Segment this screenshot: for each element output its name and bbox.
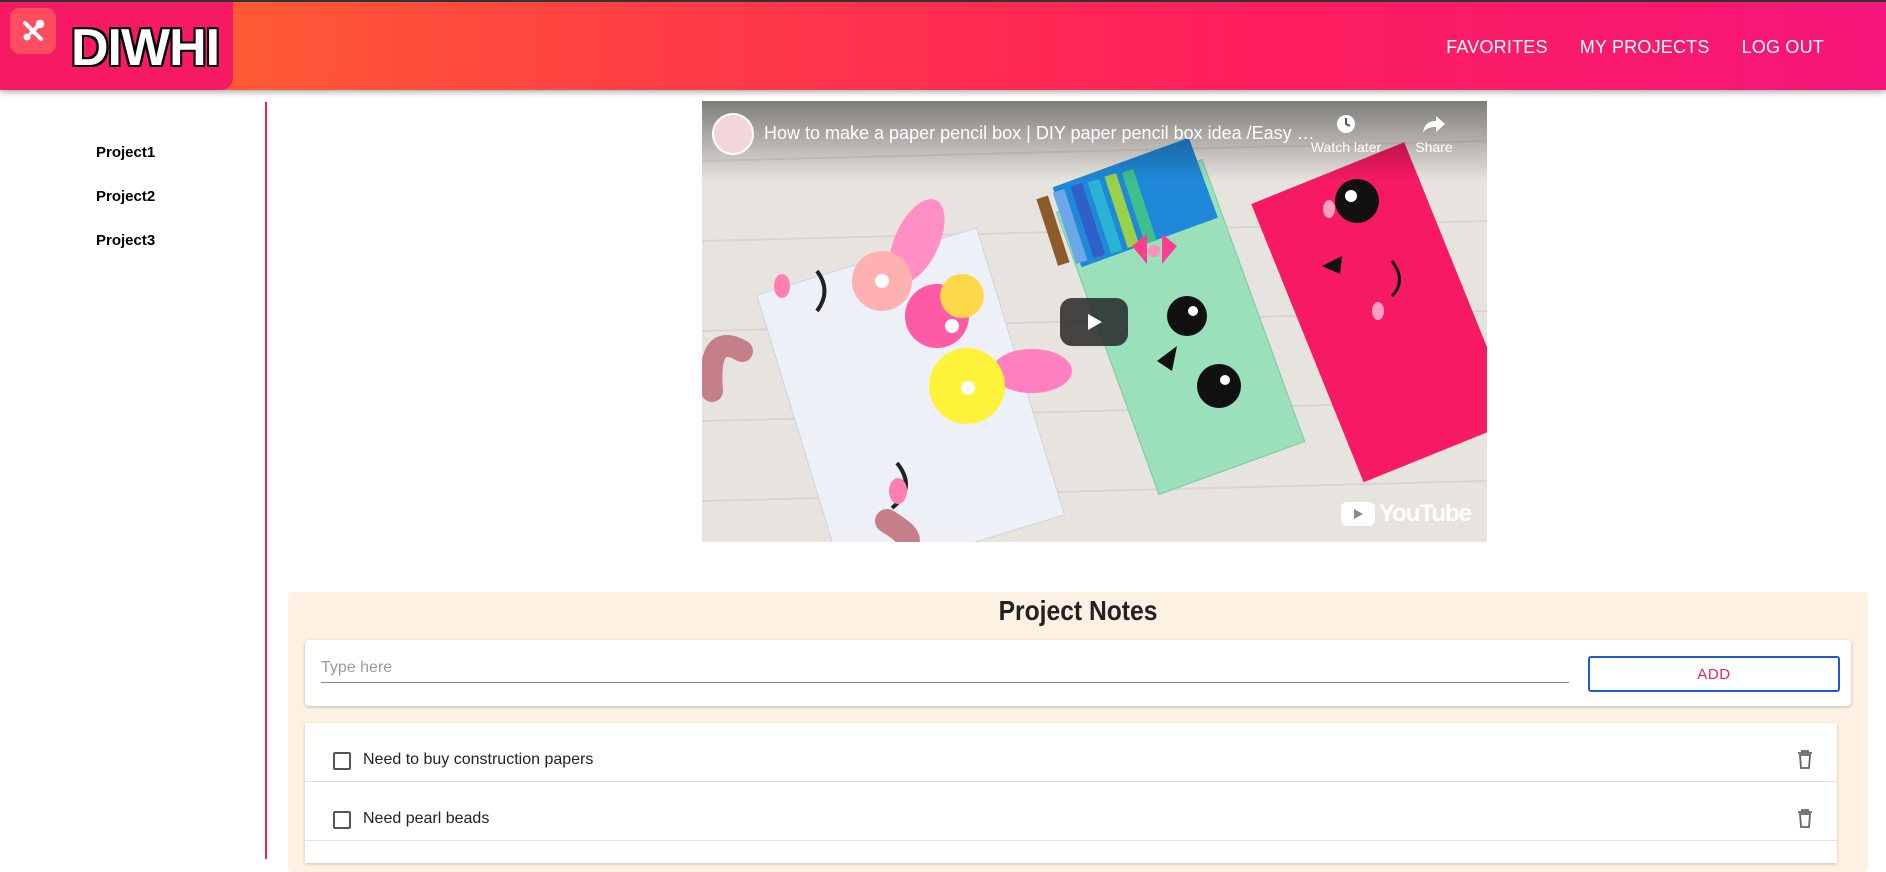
project-notes-panel: Project Notes ADD Need to buy constructi… (288, 592, 1868, 872)
video-top-bar: How to make a paper pencil box | DIY pap… (702, 101, 1487, 181)
tools-icon (10, 8, 56, 54)
video-title[interactable]: How to make a paper pencil box | DIY pap… (764, 123, 1324, 144)
sidebar-item-project3[interactable]: Project3 (96, 232, 155, 249)
logo-text: DIWHI (71, 19, 220, 77)
note-input[interactable] (321, 654, 1569, 683)
nav-favorites[interactable]: FAVORITES (1446, 37, 1548, 58)
nav-log-out[interactable]: LOG OUT (1742, 37, 1824, 58)
youtube-play-icon (1340, 502, 1375, 526)
note-text: Need to buy construction papers (363, 751, 594, 768)
play-button[interactable] (1060, 298, 1128, 346)
youtube-logo[interactable]: YouTube (1340, 500, 1472, 528)
list-item: Need pearl beads (305, 782, 1837, 841)
note-text: Need pearl beads (363, 810, 490, 827)
app-header: DIWHI FAVORITES MY PROJECTS LOG OUT (0, 0, 1886, 90)
sidebar-item-project1[interactable]: Project1 (96, 144, 155, 161)
sidebar: Project1 Project2 Project3 (0, 102, 267, 859)
note-input-card: ADD (305, 640, 1851, 706)
top-nav: FAVORITES MY PROJECTS LOG OUT (1446, 37, 1824, 58)
share-icon (1423, 116, 1445, 133)
channel-avatar[interactable] (712, 113, 754, 155)
watch-later-label: Watch later (1310, 139, 1382, 155)
notes-list: Need to buy construction papers Need pea… (305, 723, 1837, 863)
logo[interactable]: DIWHI (0, 2, 233, 90)
youtube-wordmark: YouTube (1378, 500, 1472, 527)
share-label: Share (1415, 139, 1453, 155)
share-button[interactable]: Share (1394, 113, 1474, 155)
trash-icon[interactable] (1797, 808, 1813, 828)
play-icon (1088, 314, 1102, 330)
nav-my-projects[interactable]: MY PROJECTS (1580, 37, 1710, 58)
video-player[interactable]: How to make a paper pencil box | DIY pap… (702, 101, 1487, 542)
note-checkbox[interactable] (333, 752, 351, 770)
list-item: Need to buy construction papers (305, 723, 1837, 782)
add-note-button[interactable]: ADD (1588, 656, 1840, 692)
notes-title: Project Notes (998, 595, 1158, 626)
watch-later-button[interactable]: Watch later (1306, 113, 1386, 155)
clock-icon (1337, 115, 1355, 133)
trash-icon[interactable] (1797, 749, 1813, 769)
note-checkbox[interactable] (333, 811, 351, 829)
sidebar-item-project2[interactable]: Project2 (96, 188, 155, 205)
